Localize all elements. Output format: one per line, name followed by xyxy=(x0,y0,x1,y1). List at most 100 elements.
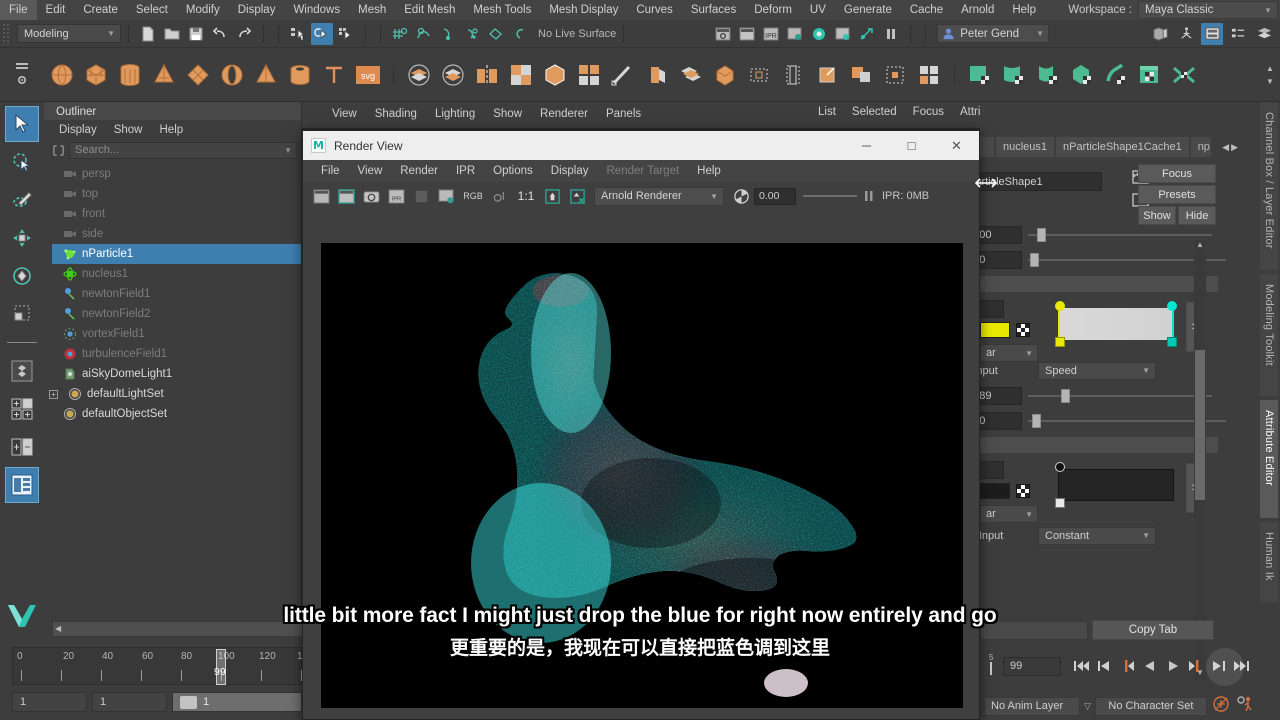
slider-thumb[interactable] xyxy=(1037,227,1047,242)
incand-input-selector[interactable]: Constant ▼ xyxy=(1038,526,1156,545)
viewport-menu-lighting[interactable]: Lighting xyxy=(427,107,483,121)
menu-item-select[interactable]: Select xyxy=(127,0,177,20)
outliner-item-newtonfield2[interactable]: newtonField2 xyxy=(44,304,301,324)
text-tool-icon[interactable] xyxy=(318,59,350,91)
light-editor-button[interactable] xyxy=(856,23,878,45)
range-left-handle-icon[interactable]: ◀ xyxy=(55,624,63,635)
poly-pipe-icon[interactable] xyxy=(284,59,316,91)
menu-item-arnold[interactable]: Arnold xyxy=(952,0,1003,20)
incand-index-input[interactable]: 0 xyxy=(980,461,1004,479)
input-max-speed-input[interactable]: 8.989 xyxy=(980,386,1022,405)
presets-button[interactable]: Presets xyxy=(1138,185,1216,204)
animation-preferences-button[interactable] xyxy=(1235,694,1255,719)
rv-menu-file[interactable]: File xyxy=(313,163,348,179)
ae-menu-focus[interactable]: Focus xyxy=(905,104,952,126)
outliner-menu-show[interactable]: Show xyxy=(107,123,150,137)
poly-cone-icon[interactable] xyxy=(148,59,180,91)
outliner-item-top[interactable]: top xyxy=(44,184,301,204)
menu-item-uv[interactable]: UV xyxy=(801,0,835,20)
go-to-start-button[interactable] xyxy=(1070,655,1092,677)
close-button[interactable]: ✕ xyxy=(934,131,979,160)
node-tab-np[interactable]: np xyxy=(1190,137,1211,157)
move-tool-button[interactable] xyxy=(5,220,39,256)
poly-torus-icon[interactable] xyxy=(216,59,248,91)
snap-to-view-plane-button[interactable] xyxy=(485,23,507,45)
quad-draw-icon[interactable] xyxy=(913,59,945,91)
range-knob-icon[interactable] xyxy=(180,695,197,709)
uv-layout-icon[interactable] xyxy=(1168,59,1200,91)
outliner-menu-display[interactable]: Display xyxy=(52,123,104,137)
uv-spherical-icon[interactable] xyxy=(1032,59,1064,91)
keep-image-icon[interactable] xyxy=(540,185,564,207)
exposure-input[interactable]: 0.00 xyxy=(754,187,796,205)
alpha-channel-icon[interactable] xyxy=(488,185,512,207)
next-key-button[interactable] xyxy=(1185,655,1207,677)
snap-to-grid-button[interactable] xyxy=(389,23,411,45)
tab-name-field[interactable] xyxy=(980,620,1088,640)
play-forwards-button[interactable] xyxy=(1162,655,1184,677)
remove-image-icon[interactable] xyxy=(565,185,589,207)
sculpt-icon[interactable] xyxy=(607,59,639,91)
chevron-right-icon[interactable]: ▶ xyxy=(1231,142,1238,153)
ipr-render-region-icon[interactable]: IPR xyxy=(384,185,408,207)
mirror-icon[interactable] xyxy=(471,59,503,91)
focus-button[interactable]: Focus xyxy=(1138,164,1216,183)
outliner-item-persp[interactable]: persp xyxy=(44,164,301,184)
snap-to-point-button[interactable] xyxy=(437,23,459,45)
ramp-texture-checker-icon[interactable] xyxy=(1016,323,1030,337)
viewport-menu-show[interactable]: Show xyxy=(485,107,530,121)
workspace-selector[interactable]: Maya Classic ▼ xyxy=(1138,1,1278,19)
render-current-frame-button[interactable] xyxy=(712,23,734,45)
character-set-selector[interactable]: No Character Set xyxy=(1094,696,1207,716)
opacity-slider[interactable] xyxy=(1028,227,1212,243)
paint-select-tool-button[interactable] xyxy=(5,182,39,218)
separate-icon[interactable] xyxy=(437,59,469,91)
smooth-icon[interactable] xyxy=(505,59,537,91)
lasso-tool-button[interactable] xyxy=(5,144,39,180)
menu-item-help[interactable]: Help xyxy=(1003,0,1045,20)
uv-cylindrical-icon[interactable] xyxy=(998,59,1030,91)
step-back-button[interactable] xyxy=(1093,655,1115,677)
poly-cube-icon[interactable] xyxy=(80,59,112,91)
make-live-button[interactable] xyxy=(509,23,531,45)
menu-item-mesh[interactable]: Mesh xyxy=(349,0,395,20)
open-channel-box-button[interactable] xyxy=(1253,23,1275,45)
pause-button[interactable] xyxy=(880,23,902,45)
crease-icon[interactable] xyxy=(811,59,843,91)
incand-pos-left[interactable] xyxy=(1055,498,1065,508)
uv-editor-icon[interactable] xyxy=(1134,59,1166,91)
select-tool-button[interactable] xyxy=(5,106,39,142)
incand-interpolation-selector[interactable]: ar ▼ xyxy=(980,505,1038,523)
ramp-pos-right[interactable] xyxy=(1167,337,1177,347)
combine-icon[interactable] xyxy=(403,59,435,91)
menu-item-surfaces[interactable]: Surfaces xyxy=(682,0,745,20)
ae-menu-list[interactable]: List xyxy=(810,104,844,126)
tab-attribute-editor[interactable]: Attribute Editor xyxy=(1260,400,1278,518)
color-input-selector[interactable]: Speed ▼ xyxy=(1038,361,1156,380)
scale-tool-button[interactable] xyxy=(5,296,39,332)
maximize-button[interactable]: □ xyxy=(889,131,934,160)
renderer-selector[interactable]: Arnold Renderer ▼ xyxy=(594,186,724,206)
auto-keyframe-button[interactable] xyxy=(1211,694,1231,719)
previous-key-button[interactable] xyxy=(1116,655,1138,677)
time-slider-track[interactable]: 0 20 40 60 80 100 120 14 99 xyxy=(12,647,308,685)
input-max-speed-slider[interactable] xyxy=(1028,388,1212,404)
bevel-icon[interactable] xyxy=(539,59,571,91)
tab-channel-box-layer-editor[interactable]: Channel Box / Layer Editor xyxy=(1260,102,1278,270)
render-setup-button[interactable] xyxy=(832,23,854,45)
uv-unfold-icon[interactable] xyxy=(1100,59,1132,91)
ramp-marker-left[interactable] xyxy=(1055,301,1065,311)
poly-sphere-icon[interactable] xyxy=(46,59,78,91)
viewport-menu-panels[interactable]: Panels xyxy=(598,107,649,121)
rv-menu-display[interactable]: Display xyxy=(543,163,597,179)
menu-item-create[interactable]: Create xyxy=(74,0,127,20)
node-tab-nparticleshape1cache1[interactable]: nParticleShape1Cache1 xyxy=(1056,137,1189,157)
pixel-ratio-label[interactable]: 1:1 xyxy=(513,185,539,207)
snapshot-icon[interactable] xyxy=(359,185,383,207)
ramp-selected-color-swatch[interactable] xyxy=(980,322,1010,338)
slider-thumb[interactable] xyxy=(1061,388,1071,403)
pause-icon[interactable] xyxy=(864,189,874,203)
scrollbar-thumb[interactable] xyxy=(1195,350,1205,500)
render-settings-button[interactable] xyxy=(784,23,806,45)
reduce-icon[interactable] xyxy=(675,59,707,91)
